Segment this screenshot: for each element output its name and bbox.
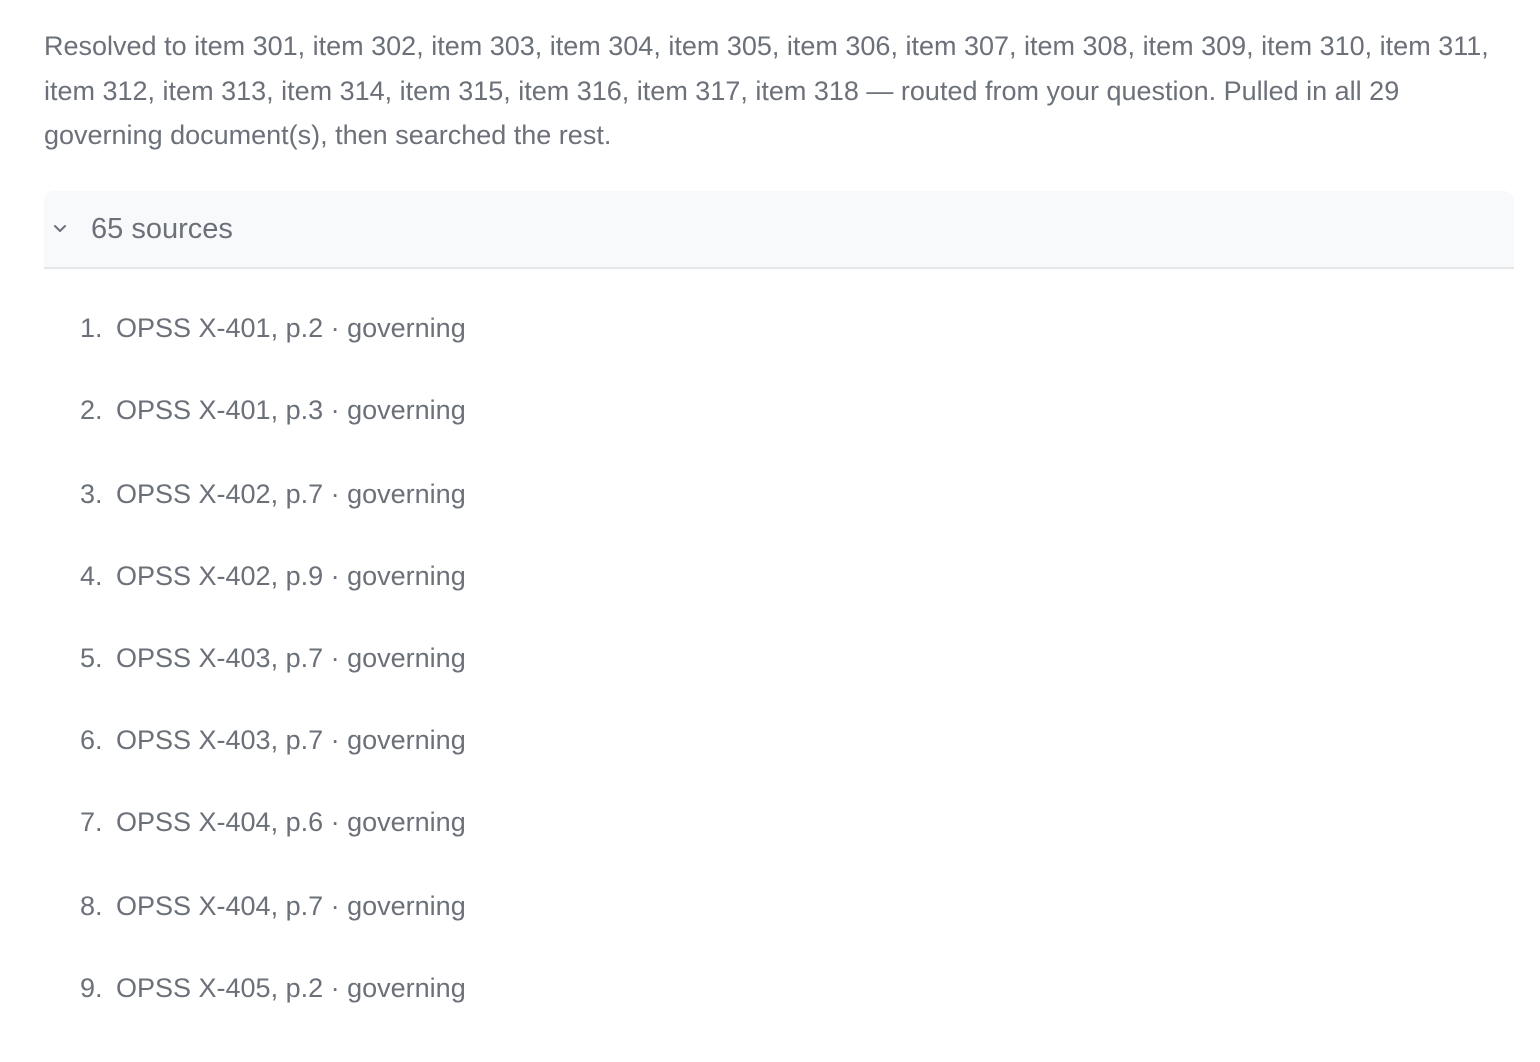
source-item[interactable]: 8. OPSS X-404, p.7 · governing: [80, 886, 466, 926]
source-kind: governing: [347, 807, 466, 837]
separator-dot: ·: [323, 643, 348, 673]
source-kind: governing: [347, 479, 466, 509]
source-kind: governing: [347, 643, 466, 673]
source-number: 5.: [80, 643, 103, 673]
source-item[interactable]: 6. OPSS X-403, p.7 · governing: [80, 720, 466, 760]
source-number: 3.: [80, 479, 103, 509]
separator-dot: ·: [323, 479, 348, 509]
source-kind: governing: [347, 891, 466, 921]
separator-dot: ·: [323, 395, 348, 425]
source-item[interactable]: 9. OPSS X-405, p.2 · governing: [80, 968, 466, 1008]
source-number: 4.: [80, 561, 103, 591]
source-reference: OPSS X-401, p.2: [116, 313, 324, 343]
separator-dot: ·: [323, 561, 348, 591]
source-number: 7.: [80, 807, 103, 837]
source-item[interactable]: 1. OPSS X-401, p.2 · governing: [80, 308, 466, 348]
source-reference: OPSS X-405, p.2: [116, 973, 324, 1003]
sources-toggle[interactable]: 65 sources: [44, 191, 1514, 269]
source-reference: OPSS X-404, p.7: [116, 891, 324, 921]
source-reference: OPSS X-402, p.9: [116, 561, 324, 591]
separator-dot: ·: [323, 725, 348, 755]
source-item[interactable]: 4. OPSS X-402, p.9 · governing: [80, 556, 466, 596]
source-number: 6.: [80, 725, 103, 755]
separator-dot: ·: [323, 891, 348, 921]
source-reference: OPSS X-404, p.6: [116, 807, 324, 837]
source-reference: OPSS X-403, p.7: [116, 643, 324, 673]
source-number: 2.: [80, 395, 103, 425]
sources-count-label: 65 sources: [91, 213, 233, 245]
source-reference: OPSS X-403, p.7: [116, 725, 324, 755]
source-kind: governing: [347, 561, 466, 591]
source-item[interactable]: 5. OPSS X-403, p.7 · governing: [80, 638, 466, 678]
source-number: 1.: [80, 313, 103, 343]
retrieval-panel: Resolved to item 301, item 302, item 303…: [0, 0, 1540, 1062]
source-item[interactable]: 7. OPSS X-404, p.6 · governing: [80, 802, 466, 842]
separator-dot: ·: [323, 973, 348, 1003]
separator-dot: ·: [323, 807, 348, 837]
source-kind: governing: [347, 973, 466, 1003]
source-item[interactable]: 3. OPSS X-402, p.7 · governing: [80, 474, 466, 514]
source-item[interactable]: 2. OPSS X-401, p.3 · governing: [80, 390, 466, 430]
source-reference: OPSS X-401, p.3: [116, 395, 324, 425]
source-kind: governing: [347, 725, 466, 755]
source-reference: OPSS X-402, p.7: [116, 479, 324, 509]
source-number: 9.: [80, 973, 103, 1003]
source-kind: governing: [347, 313, 466, 343]
retrieval-summary: Resolved to item 301, item 302, item 303…: [44, 31, 1489, 150]
source-number: 8.: [80, 891, 103, 921]
chevron-down-icon: [54, 225, 66, 232]
source-kind: governing: [347, 395, 466, 425]
separator-dot: ·: [323, 313, 348, 343]
